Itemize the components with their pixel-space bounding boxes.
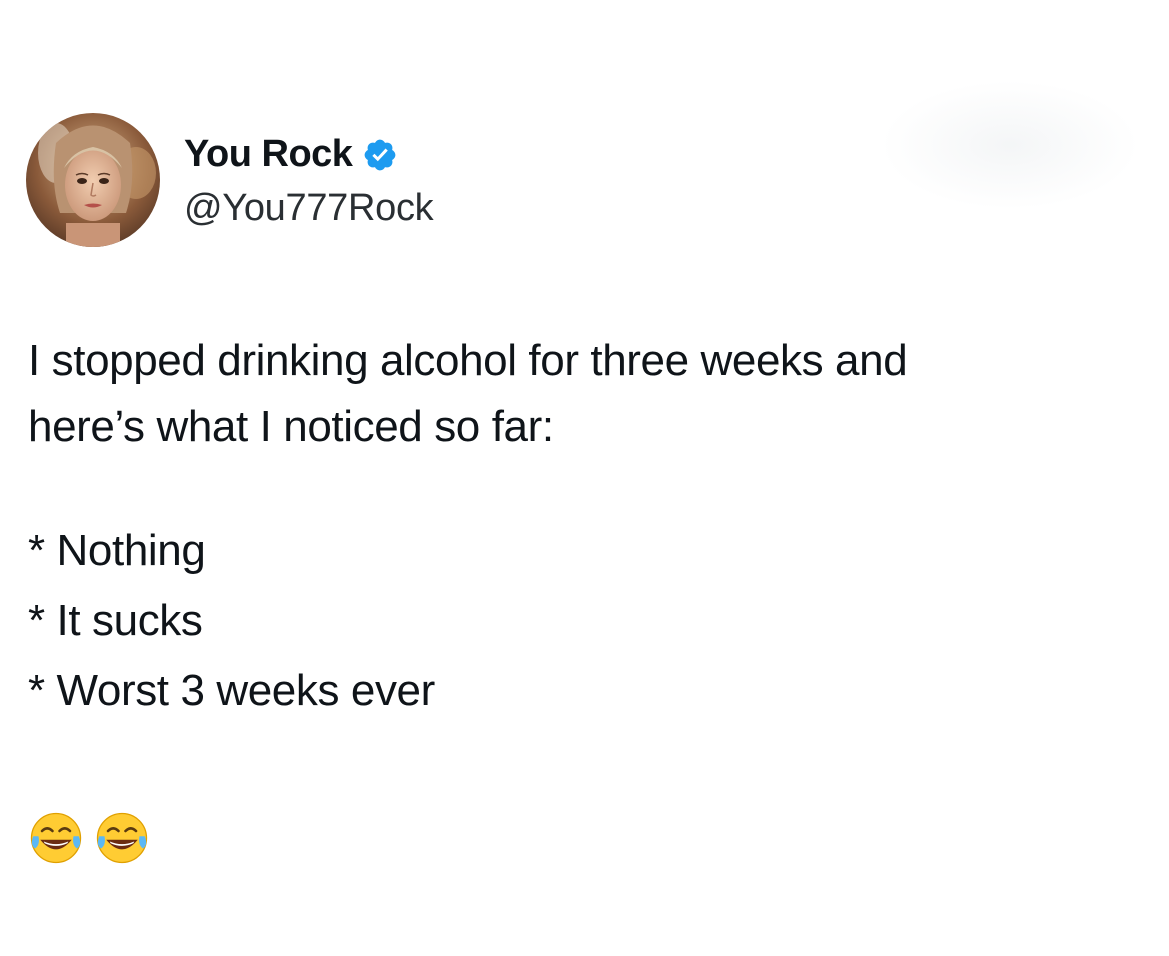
face-with-tears-of-joy-icon [96, 812, 148, 864]
tweet-header: You Rock @You777Rock [26, 112, 434, 248]
emoji-row [28, 810, 150, 866]
face-with-tears-of-joy-icon [30, 812, 82, 864]
tweet-text-line: here’s what I noticed so far: [28, 402, 554, 451]
author-handle[interactable]: @You777Rock [184, 187, 434, 230]
tweet-bullet: * It sucks [28, 596, 203, 645]
author-identity: You Rock @You777Rock [184, 131, 434, 230]
name-row: You Rock [184, 131, 433, 179]
avatar[interactable] [26, 113, 160, 247]
tweet-text: I stopped drinking alcohol for three wee… [28, 328, 1138, 726]
tweet-bullet: * Nothing [28, 526, 206, 575]
display-name[interactable]: You Rock [184, 133, 353, 176]
verified-badge-icon [362, 137, 398, 173]
screen-glare [880, 80, 1140, 210]
tweet-text-line: I stopped drinking alcohol for three wee… [28, 336, 908, 385]
avatar-photo [26, 113, 160, 247]
tweet-bullet: * Worst 3 weeks ever [28, 666, 435, 715]
tweet-card: You Rock @You777Rock I stopped drinking … [0, 0, 1169, 956]
